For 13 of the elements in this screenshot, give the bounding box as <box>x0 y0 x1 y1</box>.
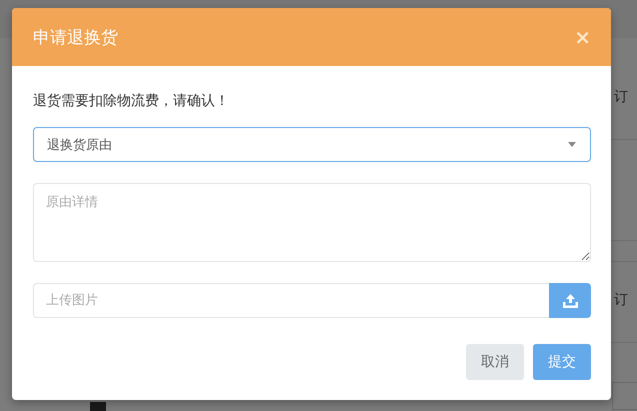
order-label: 订 <box>614 88 628 106</box>
product-thumbnail <box>90 402 106 411</box>
dialog-title: 申请退换货 <box>33 26 118 48</box>
image-field[interactable]: 上传图片 <box>33 283 549 318</box>
reason-select[interactable]: 退换货原由 <box>33 127 591 162</box>
cancel-button[interactable]: 取消 <box>466 344 524 380</box>
caret-icon <box>568 142 576 147</box>
submit-button[interactable]: 提交 <box>533 344 591 380</box>
upload-icon <box>562 294 578 308</box>
order-label: 订 <box>614 291 628 309</box>
notice-text: 退货需要扣除物流费，请确认！ <box>33 92 230 111</box>
details-field[interactable]: 原由详情 <box>33 183 591 262</box>
upload-button[interactable] <box>549 283 591 318</box>
